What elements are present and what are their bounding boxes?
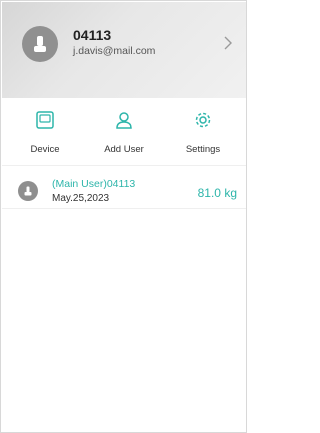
record-user-name: (Main User)04113: [52, 178, 136, 190]
add-user-label: Add User: [104, 144, 144, 155]
user-avatar-icon: [22, 26, 58, 62]
settings-label: Settings: [185, 144, 221, 155]
device-button[interactable]: Device: [10, 98, 80, 166]
add-user-button[interactable]: Add User: [89, 98, 159, 166]
list-item[interactable]: (Main User)04113 May.25,2023 81.0 kg: [2, 169, 246, 209]
device-label: Device: [30, 144, 60, 155]
profile-card[interactable]: 04113 j.davis@mail.com: [2, 2, 246, 98]
record-avatar-icon: [18, 181, 38, 201]
settings-icon: [195, 112, 211, 128]
profile-name: 04113: [73, 27, 112, 43]
profile-email: j.davis@mail.com: [73, 45, 156, 57]
chevron-right-icon: [224, 36, 232, 50]
device-icon: [36, 111, 54, 129]
record-date: May.25,2023: [52, 193, 110, 204]
add-user-icon: [116, 112, 132, 129]
settings-button[interactable]: Settings: [168, 98, 238, 166]
app-screen: 04113 j.davis@mail.com Device Add User S…: [0, 0, 247, 433]
record-weight: 81.0 kg: [197, 186, 237, 200]
quick-actions: Device Add User Settings: [2, 98, 246, 166]
